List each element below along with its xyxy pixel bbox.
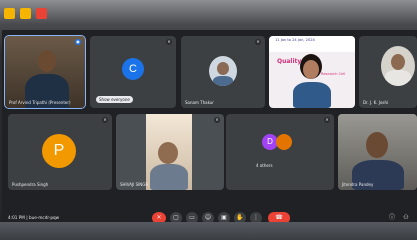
taskbar: [0, 222, 417, 240]
participant-name: Prof Arvind Tripathi (Presenter): [9, 100, 71, 105]
mic-off-icon: ✕: [102, 117, 108, 123]
participant-tile[interactable]: C ✕ Show everyone: [90, 36, 176, 108]
window-control-icon[interactable]: [36, 8, 47, 19]
participant-name: Jitendra Pandey: [342, 182, 374, 187]
participant-name: SHIVAJI SINGH: [120, 182, 149, 187]
participant-name: Sonam Thakur: [185, 100, 214, 105]
presenting-chip[interactable]: Show everyone: [96, 96, 133, 103]
participant-name: 4 others: [256, 163, 273, 168]
screen-share-tile[interactable]: 11 Jan to 24 Jan, 2024 Quality Research …: [269, 36, 355, 108]
mic-off-icon: ✕: [166, 39, 172, 45]
avatar: C: [122, 58, 144, 80]
participant-tile[interactable]: ✕ SHIVAJI SINGH: [116, 114, 224, 190]
slide-text: 11 Jan to 24 Jan, 2024: [275, 38, 315, 42]
participant-name: Dr. J. K. Joshi: [363, 100, 389, 105]
participant-tile[interactable]: D ✕ 4 others: [226, 114, 334, 190]
participant-tile[interactable]: Dr. J. K. Joshi: [359, 36, 417, 108]
window-controls: [4, 8, 47, 19]
avatar: P: [42, 134, 76, 168]
meeting-time: 4:01 PM | bue-mcdr-pqw: [8, 215, 60, 220]
participant-tile[interactable]: Jitendra Pandey: [338, 114, 417, 190]
participant-video: [209, 56, 237, 86]
window-control-icon[interactable]: [20, 8, 31, 19]
participant-name: Pushpendra Singh: [12, 182, 49, 187]
participant-video: [291, 52, 333, 108]
window-control-icon[interactable]: [4, 8, 15, 19]
participant-video: [338, 114, 417, 190]
photo-background: ● Prof Arvind Tripathi (Presenter) C ✕ S…: [0, 0, 417, 240]
participant-tile[interactable]: ✕ Sonam Thakur: [181, 36, 265, 108]
avatar: [276, 134, 292, 150]
participant-video: [381, 46, 415, 86]
participant-tile[interactable]: P ✕ Pushpendra Singh: [8, 114, 112, 190]
participant-video: [5, 36, 85, 108]
participant-tile[interactable]: ● Prof Arvind Tripathi (Presenter): [4, 35, 86, 109]
mic-off-icon: ✕: [214, 117, 220, 123]
meet-window: ● Prof Arvind Tripathi (Presenter) C ✕ S…: [2, 30, 417, 230]
participant-video: [146, 114, 192, 190]
mic-icon: ●: [75, 39, 81, 45]
mic-off-icon: ✕: [324, 117, 330, 123]
mic-off-icon: ✕: [255, 39, 261, 45]
